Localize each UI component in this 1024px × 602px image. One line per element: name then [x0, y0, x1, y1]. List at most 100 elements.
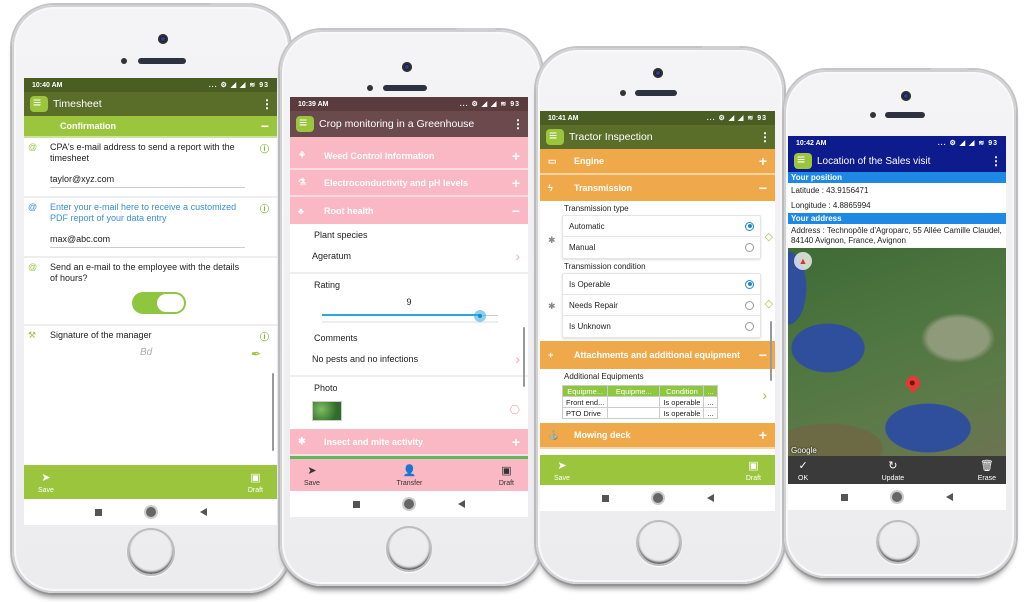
pen-icon[interactable]: ✒: [251, 347, 261, 361]
home-button[interactable]: [636, 520, 682, 566]
floppy-disk-icon: ▣: [250, 471, 261, 484]
radio-automatic[interactable]: Automatic: [563, 216, 760, 237]
scrollbar[interactable]: [272, 373, 274, 451]
home-button[interactable]: [876, 520, 920, 564]
collapse-icon[interactable]: −: [759, 347, 767, 363]
home-button[interactable]: [386, 526, 432, 572]
slider-thumb[interactable]: [474, 310, 487, 322]
back-icon[interactable]: [458, 500, 465, 508]
radio-is-operable[interactable]: Is Operable: [563, 274, 760, 295]
collapse-icon[interactable]: −: [759, 180, 767, 196]
radio-selected[interactable]: [745, 279, 754, 289]
overflow-menu-icon[interactable]: ⋮: [512, 117, 524, 131]
camera-icon[interactable]: ⎔: [510, 403, 520, 417]
scrollbar[interactable]: [770, 321, 772, 381]
column-header[interactable]: ...: [703, 385, 718, 397]
radio-selected[interactable]: [745, 221, 754, 231]
radio-is-unknown[interactable]: Is Unknown: [563, 316, 760, 337]
expand-icon[interactable]: +: [759, 427, 767, 443]
info-icon[interactable]: ⓘ: [260, 142, 269, 155]
erase-label: Erase: [977, 474, 996, 482]
expand-icon[interactable]: +: [512, 175, 520, 191]
radio-unselected[interactable]: [745, 243, 754, 252]
update-button[interactable]: ↻ Update: [882, 459, 905, 482]
comments-field[interactable]: No pests and no infections ›: [290, 347, 528, 377]
back-icon[interactable]: [946, 493, 953, 501]
home-button[interactable]: [127, 528, 175, 576]
draft-button[interactable]: ▣ Draft: [499, 464, 514, 487]
section-attachments[interactable]: + Attachments and additional equipment −: [540, 341, 775, 369]
section-transmission[interactable]: ϟ Transmission −: [540, 175, 775, 201]
screen-sales-visit: 10:42 AM ... ⚙ ◢ ◢ ≋ 93 Location of the …: [788, 136, 1006, 510]
back-icon[interactable]: [706, 494, 714, 502]
report-email-input[interactable]: max@abc.com: [50, 234, 245, 248]
phone-tractor-inspection: 10:41 AM ... ⚙ ◢ ◢ ≋ 93 Tractor Inspecti…: [536, 46, 784, 584]
recents-icon[interactable]: [841, 493, 848, 501]
recents-icon[interactable]: [353, 500, 360, 508]
overflow-menu-icon[interactable]: ⋮: [990, 154, 1002, 168]
map-attribution: Google: [791, 446, 817, 455]
section-electroconductivity[interactable]: ⚗ Electroconductivity and pH levels +: [290, 170, 528, 197]
section-insect-mite[interactable]: ✱ Insect and mite activity +: [290, 429, 528, 456]
section-confirmation[interactable]: Confirmation −: [24, 116, 277, 138]
plant-species-select[interactable]: Ageratum ›: [290, 244, 528, 274]
overflow-menu-icon[interactable]: ⋮: [261, 97, 273, 111]
draft-button[interactable]: ▣ Draft: [248, 471, 263, 494]
expand-icon[interactable]: +: [512, 434, 520, 450]
field-label: CPA's e-mail address to send a report wi…: [50, 142, 235, 163]
rating-slider[interactable]: [322, 309, 498, 323]
section-root-health[interactable]: ♣ Root health −: [290, 197, 528, 224]
section-mowing-deck[interactable]: ⚓ Mowing deck +: [540, 423, 775, 449]
satellite-map[interactable]: ▲ Google: [788, 248, 1006, 458]
plant-species-value: Ageratum: [312, 251, 352, 261]
eraser-icon[interactable]: ◇: [765, 297, 773, 310]
info-icon[interactable]: ⓘ: [260, 202, 269, 215]
column-header[interactable]: Equipme...: [561, 385, 609, 397]
overflow-menu-icon[interactable]: ⋮: [759, 130, 771, 144]
back-icon[interactable]: [199, 508, 207, 516]
home-icon[interactable]: [404, 499, 414, 509]
signature-field: ⚒ ⓘ Signature of the manager Bd ✒: [24, 326, 277, 375]
column-header[interactable]: Condition: [659, 385, 705, 397]
table-row[interactable]: Front end... Is operable ...: [561, 396, 718, 408]
section-engine[interactable]: ▭ Engine +: [540, 149, 775, 175]
cpa-email-input[interactable]: taylor@xyz.com: [50, 174, 245, 188]
expand-icon[interactable]: +: [512, 148, 520, 164]
photo-thumbnail[interactable]: [312, 401, 342, 421]
save-button[interactable]: ➤ Save: [304, 464, 320, 487]
collapse-icon[interactable]: −: [261, 118, 269, 134]
draft-button[interactable]: ▣ Draft: [746, 459, 761, 482]
save-button[interactable]: ➤ Save: [38, 471, 54, 494]
eraser-icon[interactable]: ◇: [765, 230, 773, 243]
signature-pad[interactable]: Bd ✒: [50, 341, 267, 371]
send-email-toggle[interactable]: [131, 292, 186, 314]
radio-unselected[interactable]: [745, 300, 754, 310]
erase-button[interactable]: 🗑 Erase: [978, 459, 996, 482]
location-pin-icon[interactable]: [903, 373, 923, 393]
recents-icon[interactable]: [94, 508, 102, 516]
radio-unselected[interactable]: [745, 322, 754, 331]
chevron-right-icon[interactable]: ›: [762, 387, 767, 403]
compass-icon[interactable]: ▲: [794, 252, 812, 270]
transfer-button[interactable]: 👤 Transfer: [396, 464, 422, 487]
section-weed-control[interactable]: ⚘ Weed Control Information +: [290, 143, 528, 170]
table-row[interactable]: PTO Drive Is operable ...: [561, 407, 718, 419]
radio-needs-repair[interactable]: Needs Repair: [563, 295, 760, 316]
app-logo-icon[interactable]: [30, 94, 48, 112]
app-logo-icon[interactable]: [296, 114, 314, 132]
app-logo-icon[interactable]: [546, 127, 564, 145]
ok-button[interactable]: ✓ OK: [798, 459, 808, 482]
save-button[interactable]: ➤ Save: [554, 459, 570, 482]
collapse-icon[interactable]: −: [512, 203, 520, 219]
home-icon[interactable]: [892, 492, 902, 502]
recents-icon[interactable]: [601, 494, 609, 502]
app-logo-icon[interactable]: [794, 151, 812, 169]
column-header[interactable]: Equipme...: [607, 385, 661, 397]
home-icon[interactable]: [145, 507, 156, 517]
home-icon[interactable]: [652, 493, 663, 503]
hammer-icon: ⚒: [28, 330, 37, 340]
expand-icon[interactable]: +: [759, 153, 767, 169]
option-label: Needs Repair: [569, 300, 618, 310]
scrollbar[interactable]: [523, 327, 525, 387]
radio-manual[interactable]: Manual: [563, 237, 760, 258]
